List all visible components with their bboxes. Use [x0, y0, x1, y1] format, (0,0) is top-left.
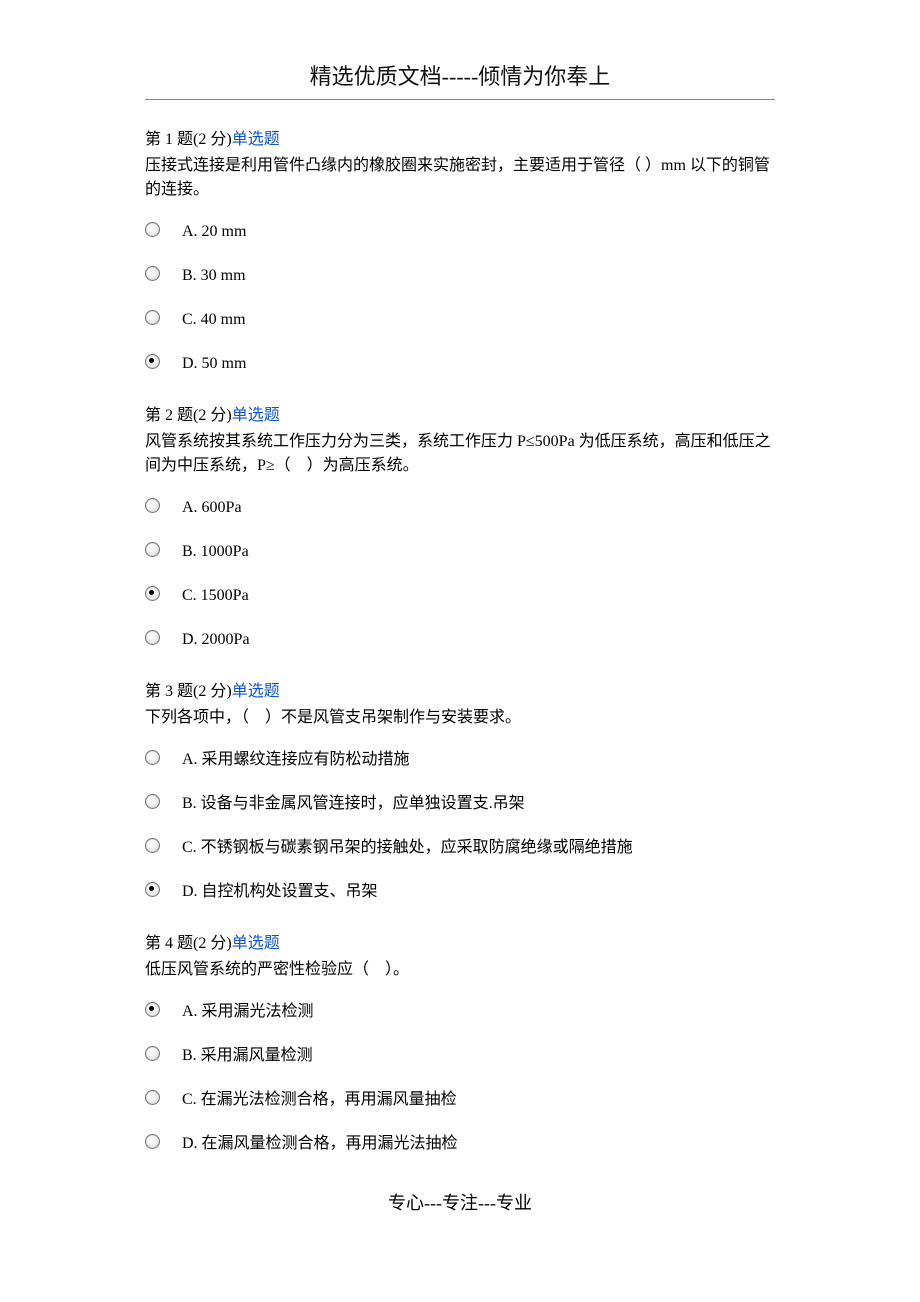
option-label: A. 600Pa	[182, 496, 242, 520]
radio-icon[interactable]	[145, 586, 160, 601]
radio-icon[interactable]	[145, 630, 160, 645]
option-c[interactable]: C. 1500Pa	[145, 584, 775, 608]
page-footer: 专心---专注---专业	[145, 1190, 775, 1217]
question-header: 第 3 题(2 分)单选题	[145, 680, 775, 704]
option-d[interactable]: D. 自控机构处设置支、吊架	[145, 880, 775, 904]
option-d[interactable]: D. 2000Pa	[145, 628, 775, 652]
question-body: 低压风管系统的严密性检验应（ ）。	[145, 958, 775, 982]
question-type: 单选题	[232, 131, 280, 148]
option-label: A. 采用漏光法检测	[182, 1000, 314, 1024]
question-type: 单选题	[232, 935, 280, 952]
question-header: 第 1 题(2 分)单选题	[145, 128, 775, 152]
question-body: 下列各项中，（ ）不是风管支吊架制作与安装要求。	[145, 706, 775, 730]
options-group: A. 600Pa B. 1000Pa C. 1500Pa D. 2000Pa	[145, 486, 775, 662]
question-block: 第 1 题(2 分)单选题 压接式连接是利用管件凸缘内的橡胶圈来实施密封，主要适…	[145, 128, 775, 386]
question-number: 第 2 题	[145, 407, 193, 424]
document-page: 精选优质文档-----倾情为你奉上 第 1 题(2 分)单选题 压接式连接是利用…	[0, 0, 920, 1257]
question-header: 第 4 题(2 分)单选题	[145, 932, 775, 956]
question-points: (2 分)	[193, 683, 232, 700]
question-header: 第 2 题(2 分)单选题	[145, 404, 775, 428]
option-label: A. 采用螺纹连接应有防松动措施	[182, 748, 410, 772]
option-label: D. 在漏风量检测合格，再用漏光法抽检	[182, 1132, 458, 1156]
page-header: 精选优质文档-----倾情为你奉上	[145, 60, 775, 100]
option-a[interactable]: A. 采用螺纹连接应有防松动措施	[145, 748, 775, 772]
question-points: (2 分)	[193, 935, 232, 952]
question-type: 单选题	[232, 683, 280, 700]
question-points: (2 分)	[193, 131, 232, 148]
question-type: 单选题	[232, 407, 280, 424]
option-b[interactable]: B. 1000Pa	[145, 540, 775, 564]
option-label: B. 30 mm	[182, 264, 246, 288]
radio-icon[interactable]	[145, 838, 160, 853]
option-d[interactable]: D. 50 mm	[145, 352, 775, 376]
question-points: (2 分)	[193, 407, 232, 424]
option-label: D. 2000Pa	[182, 628, 250, 652]
options-group: A. 采用螺纹连接应有防松动措施 B. 设备与非金属风管连接时，应单独设置支.吊…	[145, 738, 775, 914]
question-body: 压接式连接是利用管件凸缘内的橡胶圈来实施密封，主要适用于管径（ ）mm 以下的铜…	[145, 154, 775, 202]
option-label: B. 设备与非金属风管连接时，应单独设置支.吊架	[182, 792, 525, 816]
question-block: 第 4 题(2 分)单选题 低压风管系统的严密性检验应（ ）。 A. 采用漏光法…	[145, 932, 775, 1166]
radio-icon[interactable]	[145, 750, 160, 765]
radio-icon[interactable]	[145, 1046, 160, 1061]
radio-icon[interactable]	[145, 542, 160, 557]
radio-icon[interactable]	[145, 1002, 160, 1017]
question-number: 第 3 题	[145, 683, 193, 700]
options-group: A. 20 mm B. 30 mm C. 40 mm D. 50 mm	[145, 210, 775, 386]
option-label: C. 1500Pa	[182, 584, 249, 608]
radio-icon[interactable]	[145, 1134, 160, 1149]
radio-icon[interactable]	[145, 354, 160, 369]
question-block: 第 3 题(2 分)单选题 下列各项中，（ ）不是风管支吊架制作与安装要求。 A…	[145, 680, 775, 914]
option-c[interactable]: C. 40 mm	[145, 308, 775, 332]
option-label: D. 50 mm	[182, 352, 246, 376]
option-label: B. 采用漏风量检测	[182, 1044, 313, 1068]
option-c[interactable]: C. 在漏光法检测合格，再用漏风量抽检	[145, 1088, 775, 1112]
option-b[interactable]: B. 30 mm	[145, 264, 775, 288]
option-label: D. 自控机构处设置支、吊架	[182, 880, 378, 904]
options-group: A. 采用漏光法检测 B. 采用漏风量检测 C. 在漏光法检测合格，再用漏风量抽…	[145, 990, 775, 1166]
option-label: C. 40 mm	[182, 308, 246, 332]
radio-icon[interactable]	[145, 498, 160, 513]
option-a[interactable]: A. 600Pa	[145, 496, 775, 520]
option-label: C. 不锈钢板与碳素钢吊架的接触处，应采取防腐绝缘或隔绝措施	[182, 836, 633, 860]
option-a[interactable]: A. 采用漏光法检测	[145, 1000, 775, 1024]
radio-icon[interactable]	[145, 222, 160, 237]
question-number: 第 1 题	[145, 131, 193, 148]
option-label: C. 在漏光法检测合格，再用漏风量抽检	[182, 1088, 457, 1112]
option-label: A. 20 mm	[182, 220, 246, 244]
radio-icon[interactable]	[145, 1090, 160, 1105]
radio-icon[interactable]	[145, 794, 160, 809]
option-a[interactable]: A. 20 mm	[145, 220, 775, 244]
option-d[interactable]: D. 在漏风量检测合格，再用漏光法抽检	[145, 1132, 775, 1156]
question-body: 风管系统按其系统工作压力分为三类，系统工作压力 P≤500Pa 为低压系统，高压…	[145, 430, 775, 478]
option-b[interactable]: B. 设备与非金属风管连接时，应单独设置支.吊架	[145, 792, 775, 816]
option-label: B. 1000Pa	[182, 540, 249, 564]
radio-icon[interactable]	[145, 266, 160, 281]
option-c[interactable]: C. 不锈钢板与碳素钢吊架的接触处，应采取防腐绝缘或隔绝措施	[145, 836, 775, 860]
question-block: 第 2 题(2 分)单选题 风管系统按其系统工作压力分为三类，系统工作压力 P≤…	[145, 404, 775, 662]
option-b[interactable]: B. 采用漏风量检测	[145, 1044, 775, 1068]
radio-icon[interactable]	[145, 882, 160, 897]
question-number: 第 4 题	[145, 935, 193, 952]
radio-icon[interactable]	[145, 310, 160, 325]
